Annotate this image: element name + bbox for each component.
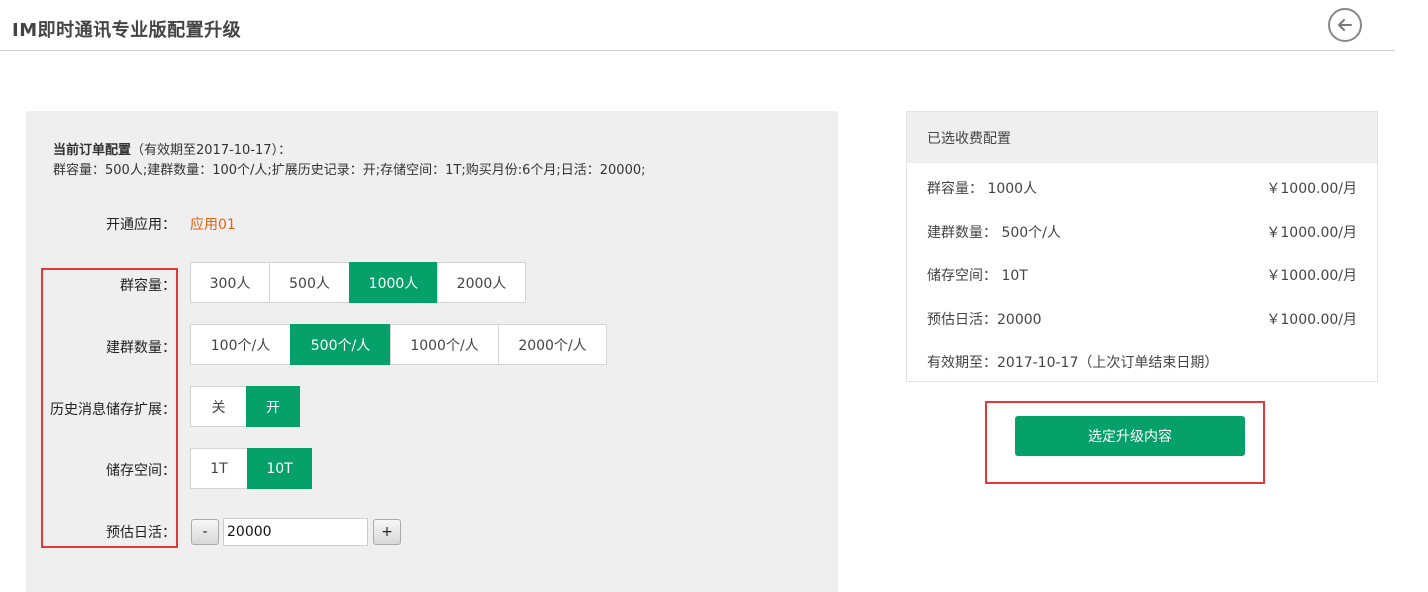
decrement-button[interactable]: -: [191, 519, 219, 545]
confirm-upgrade-button[interactable]: 选定升级内容: [1015, 416, 1245, 456]
app-value: 应用01: [190, 217, 236, 233]
history-options: 关 开: [190, 386, 300, 427]
summary-row-price: ￥1000.00/月: [1266, 312, 1357, 328]
daily-active-stepper: - +: [191, 518, 401, 546]
back-button[interactable]: [1328, 8, 1362, 42]
daily-active-input[interactable]: [223, 518, 368, 546]
summary-validity: 有效期至：2017-10-17（上次订单结束日期）: [927, 352, 1357, 372]
summary-row: 预估日活：20000 ￥1000.00/月: [927, 309, 1357, 329]
current-order-info: 当前订单配置（有效期至2017-10-17）： 群容量：500人;建群数量：10…: [53, 141, 646, 181]
history-option[interactable]: 关: [190, 386, 247, 427]
history-option[interactable]: 开: [246, 386, 300, 427]
summary-row-price: ￥1000.00/月: [1266, 268, 1357, 284]
summary-row: 建群数量： 500个/人 ￥1000.00/月: [927, 222, 1357, 242]
page-header: IM即时通讯专业版配置升级: [0, 0, 1395, 51]
summary-row-price: ￥1000.00/月: [1266, 181, 1357, 197]
storage-option[interactable]: 1T: [190, 448, 248, 489]
summary-title: 已选收费配置: [907, 112, 1377, 163]
summary-row: 储存空间： 10T ￥1000.00/月: [927, 265, 1357, 285]
group-count-option[interactable]: 2000个/人: [498, 324, 607, 365]
current-order-title: 当前订单配置: [53, 143, 132, 158]
summary-row: 群容量： 1000人 ￥1000.00/月: [927, 178, 1357, 198]
config-panel: 当前订单配置（有效期至2017-10-17）： 群容量：500人;建群数量：10…: [26, 111, 838, 592]
arrow-left-icon: [1338, 19, 1352, 31]
summary-panel: 已选收费配置 群容量： 1000人 ￥1000.00/月 建群数量： 500个/…: [906, 111, 1378, 382]
group-count-option[interactable]: 500个/人: [290, 324, 391, 365]
summary-validity-text: 有效期至：2017-10-17（上次订单结束日期）: [927, 355, 1219, 371]
summary-row-label: 储存空间： 10T: [927, 268, 1028, 284]
increment-button[interactable]: +: [373, 519, 401, 545]
app-label: 开通应用：: [106, 217, 176, 233]
storage-options: 1T 10T: [190, 448, 312, 489]
group-count-options: 100个/人 500个/人 1000个/人 2000个/人: [190, 324, 607, 365]
summary-row-label: 预估日活：20000: [927, 312, 1042, 328]
storage-label: 储存空间：: [106, 463, 176, 479]
group-capacity-option[interactable]: 2000人: [437, 262, 526, 303]
summary-row-label: 建群数量： 500个/人: [927, 225, 1061, 241]
current-order-validity: （有效期至2017-10-17）：: [131, 143, 292, 158]
group-capacity-options: 300人 500人 1000人 2000人: [190, 262, 526, 303]
group-capacity-option[interactable]: 1000人: [349, 262, 438, 303]
page-title: IM即时通讯专业版配置升级: [12, 20, 242, 41]
history-label: 历史消息储存扩展：: [50, 402, 176, 418]
current-order-details: 群容量：500人;建群数量：100个/人;扩展历史记录：开;存储空间：1T;购买…: [53, 163, 646, 178]
summary-row-price: ￥1000.00/月: [1266, 225, 1357, 241]
group-count-option[interactable]: 1000个/人: [390, 324, 499, 365]
summary-row-label: 群容量： 1000人: [927, 181, 1038, 197]
group-capacity-option[interactable]: 300人: [190, 262, 270, 303]
group-capacity-label: 群容量：: [120, 278, 176, 294]
group-count-option[interactable]: 100个/人: [190, 324, 291, 365]
storage-option[interactable]: 10T: [247, 448, 312, 489]
daily-active-label: 预估日活：: [106, 525, 176, 541]
group-capacity-option[interactable]: 500人: [269, 262, 350, 303]
group-count-label: 建群数量：: [106, 340, 176, 356]
